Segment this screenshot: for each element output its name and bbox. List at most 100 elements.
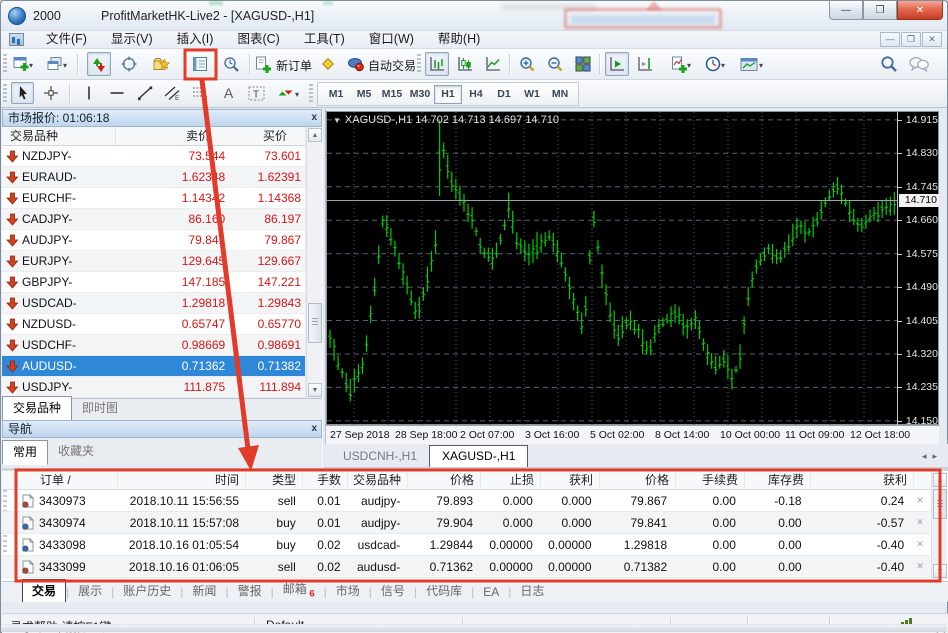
tab-favorites[interactable]: 收藏夹 (48, 440, 104, 462)
scroll-up-icon[interactable]: ▲ (308, 128, 322, 142)
timeframe-m15[interactable]: M15 (378, 85, 406, 104)
column-4[interactable]: 交易品种 (348, 472, 408, 489)
metaeditor-button[interactable] (316, 52, 340, 76)
column-6[interactable]: 止损 (481, 472, 541, 489)
toolbar-gripper[interactable] (309, 84, 313, 104)
text-tool-button[interactable]: A (217, 82, 240, 104)
chart-window[interactable]: 14.915 14.830 14.745 14.660 14.575 14.490 14.4… (326, 111, 940, 427)
column-5[interactable]: 价格 (408, 472, 481, 489)
line-chart-mode-button[interactable] (481, 52, 505, 76)
column-10[interactable]: 库存费 (745, 472, 811, 489)
market-row-nzdusd[interactable]: NZDUSD- 0.65747 0.65770 (2, 314, 305, 335)
navigator-button[interactable] (149, 52, 173, 76)
column-0[interactable]: 订单 / (22, 472, 118, 489)
text-label-tool-button[interactable]: T (245, 82, 268, 104)
scroll-down-icon[interactable]: ▼ (933, 564, 947, 578)
vertical-line-tool-button[interactable] (77, 82, 100, 104)
column-2[interactable]: 类型 (246, 472, 303, 489)
order-row-3433099[interactable]: 3433099 2018.10.16 01:06:05 sell 0.02 audusd… (2, 556, 930, 578)
timeframe-d1[interactable]: D1 (490, 85, 518, 104)
order-row-3430974[interactable]: 3430974 2018.10.11 15:57:08 buy 0.01 audjpy-… (2, 512, 930, 534)
strategy-tester-button[interactable] (219, 52, 243, 76)
terminal-tab-8[interactable]: 代码库 (417, 580, 471, 602)
market-row-audusd[interactable]: AUDUSD- 0.71362 0.71382 (2, 356, 305, 377)
tab-common[interactable]: 常用 (2, 440, 49, 465)
price-chart[interactable] (327, 112, 897, 426)
chat-button[interactable] (907, 52, 931, 76)
autotrading-label[interactable]: 自动交易 (368, 57, 416, 74)
column-7[interactable]: 获利 (541, 472, 600, 489)
terminal-tab-6[interactable]: 市场 (327, 580, 369, 602)
channel-tool-button[interactable]: E (161, 82, 184, 104)
column-1[interactable]: 时间 (118, 472, 246, 489)
zoom-in-button[interactable] (515, 52, 539, 76)
timeframe-w1[interactable]: W1 (518, 85, 546, 104)
market-row-gbpjpy[interactable]: GBPJPY- 147.185 147.221 (2, 272, 305, 293)
terminal-button[interactable] (188, 52, 212, 76)
terminal-tab-1[interactable]: 展示 (69, 580, 111, 602)
timeframe-h4[interactable]: H4 (462, 85, 490, 104)
timeframe-m1[interactable]: M1 (322, 85, 350, 104)
chart-tab-xagusdh1[interactable]: XAGUSD-,H1 (429, 445, 529, 467)
trendline-tool-button[interactable] (133, 82, 156, 104)
zoom-out-button[interactable] (543, 52, 567, 76)
periods-caret-icon[interactable]: ▾ (721, 61, 725, 70)
close-order-icon[interactable]: ✕ (910, 561, 930, 572)
menu-item-3[interactable]: 图表(C) (225, 31, 291, 48)
terminal-tab-4[interactable]: 警报 (229, 580, 271, 602)
menu-item-0[interactable]: 文件(F) (34, 31, 99, 48)
search-button[interactable] (877, 52, 901, 76)
timeframe-mn[interactable]: MN (546, 85, 574, 104)
auto-scroll-button[interactable] (605, 52, 629, 76)
chart-symbol-caret-icon[interactable]: ▼ (333, 116, 341, 125)
window-close-button[interactable]: ✕ (897, 1, 943, 20)
terminal-tab-3[interactable]: 新闻 (183, 580, 225, 602)
mdi-close-button[interactable]: ✕ (922, 32, 942, 47)
market-row-eurjpy[interactable]: EURJPY- 129.645 129.667 (2, 251, 305, 272)
tile-windows-button[interactable] (571, 52, 595, 76)
scroll-up-icon[interactable]: ▲ (933, 473, 947, 487)
column-symbol[interactable]: 交易品种 (2, 127, 116, 145)
market-row-nzdjpy[interactable]: NZDJPY- 73.544 73.601 (2, 146, 305, 167)
data-window-button[interactable] (117, 52, 141, 76)
fibonacci-tool-button[interactable]: F (189, 82, 212, 104)
timeframe-m30[interactable]: M30 (406, 85, 434, 104)
price-scale[interactable]: 14.915 14.830 14.745 14.660 14.575 14.490 14.4… (897, 112, 940, 427)
toolbar-gripper[interactable] (417, 54, 421, 74)
window-restore-button[interactable]: ❐ (863, 1, 897, 20)
column-11[interactable]: 获利 (811, 472, 914, 489)
horizontal-line-tool-button[interactable] (105, 82, 128, 104)
column-8[interactable]: 价格 (600, 472, 676, 489)
close-order-icon[interactable]: ✕ (910, 517, 930, 528)
menu-item-2[interactable]: 插入(I) (165, 31, 226, 48)
menu-item-5[interactable]: 窗口(W) (357, 31, 426, 48)
profiles-caret-icon[interactable]: ▾ (63, 61, 67, 70)
market-row-usdchf[interactable]: USDCHF- 0.98669 0.98691 (2, 335, 305, 356)
mdi-minimize-button[interactable]: — (880, 32, 900, 47)
templates-button[interactable] (737, 52, 761, 76)
close-order-icon[interactable]: ✕ (910, 539, 930, 550)
column-bid[interactable]: 卖价 (116, 127, 211, 145)
menu-item-4[interactable]: 工具(T) (292, 31, 357, 48)
toolbar-gripper[interactable] (3, 54, 7, 74)
navigator-close-icon[interactable]: x (311, 423, 317, 435)
mdi-restore-button[interactable]: ❐ (901, 32, 921, 47)
terminal-tab-2[interactable]: 账户历史 (114, 580, 180, 602)
terminal-scrollbar[interactable]: ▲ ▼ (931, 472, 947, 579)
new-chart-caret-icon[interactable]: ▾ (29, 61, 33, 70)
new-order-button[interactable] (253, 52, 273, 76)
market-row-usdjpy[interactable]: USDJPY- 111.875 111.894 (2, 377, 305, 398)
crosshair-tool-button[interactable] (39, 82, 62, 104)
market-row-cadjpy[interactable]: CADJPY- 86.160 86.197 (2, 209, 305, 230)
chart-shift-button[interactable] (633, 52, 657, 76)
market-row-usdcad[interactable]: USDCAD- 1.29818 1.29843 (2, 293, 305, 314)
scroll-down-icon[interactable]: ▼ (308, 383, 322, 397)
terminal-tab-5[interactable]: 邮箱 6 (274, 578, 324, 602)
column-ask[interactable]: 买价 (211, 127, 293, 145)
menu-item-1[interactable]: 显示(V) (99, 31, 165, 48)
market-row-eurchf[interactable]: EURCHF- 1.14342 1.14368 (2, 188, 305, 209)
arrows-caret-icon[interactable]: ▾ (295, 90, 299, 99)
column-9[interactable]: 手续费 (676, 472, 745, 489)
market-row-euraud[interactable]: EURAUD- 1.62348 1.62391 (2, 167, 305, 188)
market-watch-toggle-button[interactable] (87, 52, 111, 76)
